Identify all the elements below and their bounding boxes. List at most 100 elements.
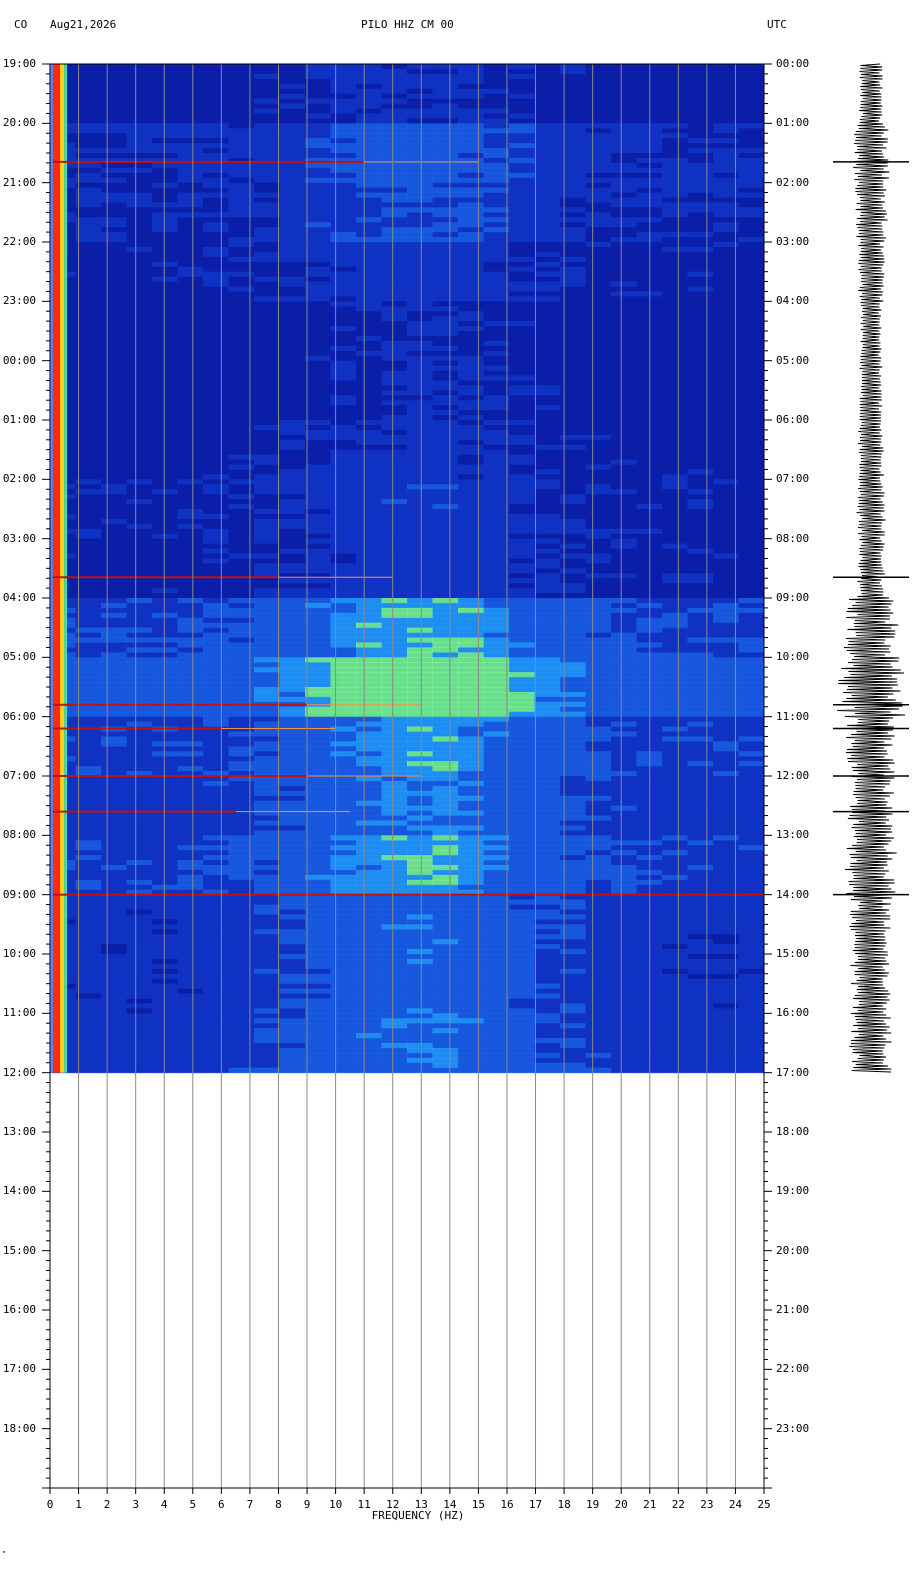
spectrogram-cell [75, 227, 102, 233]
spectrogram-cell [279, 207, 306, 213]
spectrogram-cell [305, 667, 331, 673]
spectrogram-cell [534, 237, 561, 243]
spectrogram-cell [203, 420, 229, 426]
spectrogram-cell [483, 207, 510, 213]
spectrogram-cell [738, 222, 765, 228]
spectrogram-cell [356, 815, 382, 821]
spectrogram-cell [152, 133, 178, 139]
spectrogram-cell [126, 578, 153, 584]
spectrogram-cell [305, 622, 331, 629]
spectrogram-cell [381, 237, 408, 243]
spectrogram-cell [534, 701, 561, 708]
spectrogram-cell [534, 731, 561, 737]
spectrogram-cell [177, 874, 204, 881]
spectrogram-cell [356, 276, 382, 283]
spectrogram-cell [152, 761, 178, 767]
spectrogram-cell [381, 588, 408, 594]
spectrogram-cell [126, 405, 153, 411]
spectrogram-cell [687, 785, 714, 792]
spectrogram-cell [662, 696, 688, 703]
spectrogram-cell [585, 138, 612, 144]
spectrogram-cell [509, 415, 535, 421]
spectrogram-cell [483, 301, 510, 307]
spectrogram-cell [75, 301, 102, 307]
spectrogram-cell [305, 523, 331, 530]
spectrogram-cell [585, 227, 612, 233]
spectrogram-cell [458, 410, 484, 416]
spectrogram-cell [509, 622, 535, 629]
spectrogram-cell [305, 345, 331, 352]
spectrogram-cell [432, 153, 459, 159]
spectrogram-cell [177, 815, 204, 821]
spectrogram-cell [228, 780, 255, 787]
spectrogram-cell [662, 667, 688, 673]
spectrogram-cell [75, 321, 102, 327]
spectrogram-cell [432, 128, 459, 134]
spectrogram-cell [509, 919, 535, 925]
spectrogram-cell [101, 439, 127, 446]
spectrogram-cell [203, 583, 229, 589]
spectrogram-cell [534, 776, 561, 782]
spectrogram-cell [738, 607, 765, 614]
spectrogram-cell [228, 212, 255, 218]
spectrogram-cell [203, 489, 229, 495]
spectrogram-cell [126, 256, 153, 263]
spectrogram-cell [509, 360, 535, 367]
spectrogram-cell [738, 701, 765, 708]
spectrogram-cell [330, 667, 357, 673]
spectrogram-cell [279, 420, 306, 426]
spectrogram-cell [101, 311, 127, 317]
spectrogram-cell [407, 899, 433, 906]
spectrogram-cell [152, 583, 178, 589]
spectrogram-cell [228, 583, 255, 589]
spectrogram-cell [126, 855, 153, 861]
spectrogram-cell [432, 256, 459, 263]
spectrogram-cell [738, 647, 765, 653]
spectrogram-cell [228, 449, 255, 456]
spectrogram-cell [534, 914, 561, 920]
spectrogram-cell [458, 593, 484, 599]
spectrogram-cell [509, 271, 535, 278]
spectrogram-cell [330, 934, 357, 940]
spectrogram-cell [254, 647, 280, 653]
spectrogram-cell [75, 909, 102, 915]
spectrogram-cell [126, 696, 153, 703]
spectrogram-cell [75, 311, 102, 317]
spectrogram-cell [330, 805, 357, 812]
spectrogram-cell [662, 331, 688, 337]
spectrogram-cell [432, 449, 459, 456]
spectrogram-cell [687, 360, 714, 367]
spectrogram-cell [203, 350, 229, 357]
spectrogram-cell [305, 731, 331, 737]
spectrogram-cell [305, 232, 331, 238]
spectrogram-cell [534, 227, 561, 233]
spectrogram-cell [407, 840, 433, 846]
spectrogram-cell [305, 331, 331, 337]
spectrogram-cell [662, 751, 688, 757]
spectrogram-cell [611, 439, 637, 446]
spectrogram-cell [687, 454, 714, 461]
spectrogram-cell [585, 256, 612, 263]
spectrogram-cell [407, 622, 433, 629]
spectrogram-cell [483, 410, 510, 416]
spectrogram-cell [483, 518, 510, 525]
spectrogram-cell [534, 924, 561, 930]
spectrogram-cell [662, 518, 688, 525]
spectrogram-cell [407, 410, 433, 416]
spectrogram-cell [101, 869, 127, 876]
spectrogram-cell [356, 464, 382, 470]
spectrogram-cell [483, 434, 510, 441]
spectrogram-cell [203, 879, 229, 886]
spectrogram-cell [738, 711, 765, 718]
spectrogram-cell [585, 266, 612, 273]
spectrogram-cell [177, 390, 204, 396]
spectrogram-cell [381, 662, 408, 668]
spectrogram-cell [381, 687, 408, 693]
spectrogram-cell [356, 439, 382, 446]
spectrogram-cell [662, 785, 688, 792]
spectrogram-cell [279, 904, 306, 910]
spectrogram-cell [432, 785, 459, 792]
spectrogram-cell [126, 790, 153, 797]
spectrogram-cell [356, 810, 382, 817]
spectrogram-cell [534, 311, 561, 317]
